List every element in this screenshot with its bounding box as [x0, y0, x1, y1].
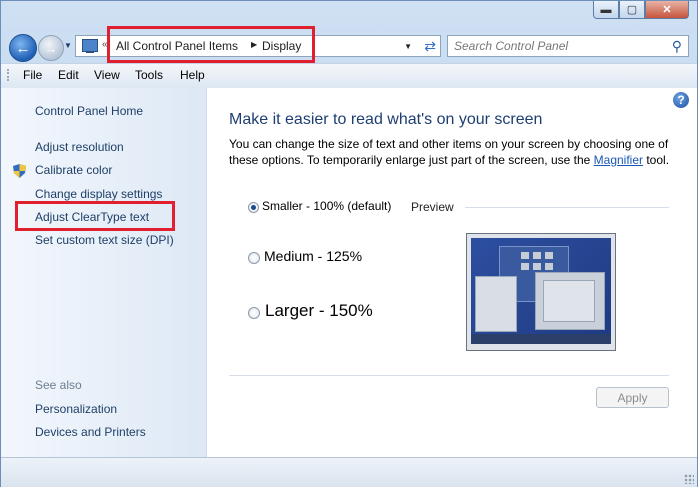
- menu-bar: File Edit View Tools Help: [1, 63, 697, 89]
- bottom-divider: [229, 375, 669, 376]
- menu-edit[interactable]: Edit: [58, 68, 79, 82]
- caption-buttons: ▬ ▢ ✕: [593, 1, 689, 19]
- search-icon[interactable]: ⚲: [672, 38, 682, 55]
- sidebar-devices-printers[interactable]: Devices and Printers: [35, 425, 146, 439]
- back-arrow-icon: ←: [15, 39, 31, 57]
- main-panel: ? Make it easier to read what's on your …: [207, 88, 697, 457]
- sidebar: Control Panel Home Adjust resolution Cal…: [1, 88, 207, 457]
- menu-view[interactable]: View: [94, 68, 120, 82]
- option-larger-label[interactable]: Larger - 150%: [265, 301, 373, 321]
- close-button[interactable]: ✕: [645, 1, 689, 19]
- recent-pages-dropdown[interactable]: ▼: [64, 41, 72, 50]
- resize-grip[interactable]: [684, 474, 694, 484]
- preview-divider: [465, 207, 669, 208]
- sidebar-personalization[interactable]: Personalization: [35, 402, 117, 416]
- see-also-heading: See also: [35, 378, 82, 392]
- option-medium-label[interactable]: Medium - 125%: [264, 248, 362, 264]
- apply-button[interactable]: Apply: [596, 387, 669, 408]
- preview-window-left: [475, 276, 517, 332]
- radio-larger[interactable]: [248, 307, 260, 319]
- sidebar-control-panel-home[interactable]: Control Panel Home: [35, 104, 143, 118]
- magnifier-link[interactable]: Magnifier: [594, 153, 643, 167]
- preview-window-inner: [543, 280, 595, 322]
- uac-shield-icon: [13, 164, 26, 178]
- title-bar: ▬ ▢ ✕: [1, 1, 697, 31]
- back-button[interactable]: ←: [9, 34, 37, 62]
- page-description: You can change the size of text and othe…: [229, 136, 674, 168]
- menu-grip: [7, 69, 11, 81]
- description-text-end: tool.: [643, 153, 670, 167]
- search-box[interactable]: ⚲: [447, 35, 689, 57]
- preview-taskbar: [471, 334, 611, 344]
- address-highlight-box: [107, 26, 315, 63]
- content-area: Control Panel Home Adjust resolution Cal…: [1, 88, 697, 457]
- forward-button[interactable]: →: [38, 35, 64, 61]
- minimize-button[interactable]: ▬: [593, 1, 619, 19]
- address-dropdown-icon[interactable]: ▼: [404, 42, 412, 51]
- control-panel-window: ▬ ▢ ✕ ← → ▼ « All Control Panel Items ▶ …: [0, 0, 698, 487]
- sidebar-calibrate-color[interactable]: Calibrate color: [35, 163, 112, 177]
- control-panel-icon: [82, 39, 98, 53]
- refresh-icon[interactable]: ⇄: [424, 38, 436, 55]
- page-title: Make it easier to read what's on your sc…: [229, 111, 543, 128]
- help-icon[interactable]: ?: [673, 92, 689, 108]
- maximize-button[interactable]: ▢: [619, 1, 645, 19]
- sidebar-change-display-settings[interactable]: Change display settings: [35, 187, 162, 201]
- preview-label: Preview: [411, 200, 454, 214]
- sidebar-adjust-resolution[interactable]: Adjust resolution: [35, 140, 124, 154]
- preview-screen: [471, 238, 611, 344]
- menu-file[interactable]: File: [23, 68, 42, 82]
- status-bar: [1, 457, 697, 487]
- navigation-bar: ← → ▼ « All Control Panel Items ▶ Displa…: [1, 31, 697, 63]
- search-input[interactable]: [454, 38, 654, 54]
- forward-arrow-icon: →: [44, 40, 58, 56]
- menu-tools[interactable]: Tools: [135, 68, 163, 82]
- sidebar-custom-text-size[interactable]: Set custom text size (DPI): [35, 233, 174, 247]
- radio-smaller[interactable]: [248, 202, 259, 213]
- option-smaller-label[interactable]: Smaller - 100% (default): [262, 199, 391, 213]
- preview-image: [466, 233, 616, 351]
- cleartype-highlight-box: [15, 201, 175, 231]
- menu-help[interactable]: Help: [180, 68, 205, 82]
- radio-medium[interactable]: [248, 252, 260, 264]
